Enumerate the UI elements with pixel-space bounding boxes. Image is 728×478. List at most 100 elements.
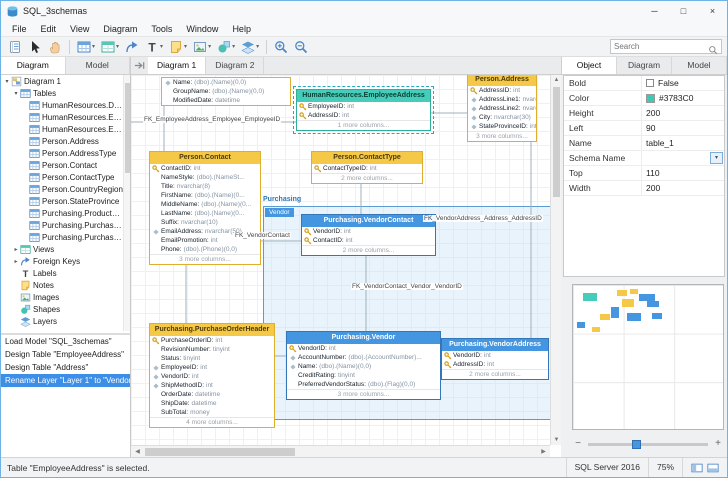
- entity-header[interactable]: Purchasing.VendorContact: [302, 215, 435, 227]
- new-table-button[interactable]: ▾: [75, 38, 97, 56]
- new-note-button[interactable]: ▾: [167, 38, 189, 56]
- expand-arrow-icon[interactable]: ▸: [12, 246, 20, 253]
- tree-item-views[interactable]: ▸Views: [1, 243, 123, 255]
- new-model-button[interactable]: [6, 38, 24, 56]
- zoom-slider-track[interactable]: [588, 443, 708, 446]
- minimize-button[interactable]: ─: [640, 1, 669, 21]
- tree-item-notes[interactable]: Notes: [1, 279, 123, 291]
- search-input[interactable]: [614, 42, 708, 51]
- diagram-tab-diagram-2[interactable]: Diagram 2: [206, 57, 264, 74]
- new-shape-button[interactable]: ▾: [215, 38, 237, 56]
- collapse-arrow-icon[interactable]: ▾: [12, 90, 20, 97]
- tree-item-humanresources-emplo[interactable]: HumanResources.Emplo...: [1, 123, 123, 135]
- tree-item-person-address[interactable]: Person.Address: [1, 135, 123, 147]
- vertical-scrollbar[interactable]: ▲ ▼: [550, 75, 561, 445]
- maximize-button[interactable]: □: [669, 1, 698, 21]
- property-value[interactable]: ▾: [642, 151, 724, 165]
- pan-tool-button[interactable]: [46, 38, 64, 56]
- tree-item-images[interactable]: Images: [1, 291, 123, 303]
- menu-window[interactable]: Window: [179, 21, 225, 37]
- object-tab-model[interactable]: Model: [672, 57, 727, 74]
- tree-item-diagram-1[interactable]: ▾Diagram 1: [1, 75, 123, 87]
- property-value[interactable]: 200: [642, 181, 724, 195]
- collapse-arrow-icon[interactable]: ▾: [3, 78, 11, 85]
- property-value[interactable]: 90: [642, 121, 724, 135]
- tree-item-person-countryregion[interactable]: Person.CountryRegion: [1, 183, 123, 195]
- tree-item-person-contact[interactable]: Person.Contact: [1, 159, 123, 171]
- zoom-out-button[interactable]: −: [572, 438, 584, 450]
- entity-purchasing-vendorcontact[interactable]: Purchasing.VendorContactVendorID:intCont…: [301, 214, 436, 256]
- tree-item-purchasing-purchaseor[interactable]: Purchasing.PurchaseOr...: [1, 231, 123, 243]
- tree-item-person-contacttype[interactable]: Person.ContactType: [1, 171, 123, 183]
- tree-scrollbar-thumb[interactable]: [125, 83, 130, 173]
- zoom-slider-handle[interactable]: [632, 440, 641, 449]
- entity-header[interactable]: HumanResources.EmployeeAddress: [297, 90, 430, 102]
- tree-item-humanresources-depar[interactable]: HumanResources.Depar...: [1, 99, 123, 111]
- search-box[interactable]: [610, 39, 722, 54]
- toggle-sidebar-icon[interactable]: [691, 462, 703, 474]
- history-item[interactable]: Design Table "Address": [1, 361, 130, 374]
- property-value[interactable]: table_1: [642, 136, 724, 150]
- history-item[interactable]: Design Table "EmployeeAddress": [1, 348, 130, 361]
- history-item[interactable]: Rename Layer "Layer 1" to "Vendor": [1, 374, 130, 387]
- tree-item-purchasing-productven[interactable]: Purchasing.ProductVen...: [1, 207, 123, 219]
- fk-label[interactable]: FK_EmployeeAddress_Employee_EmployeeID: [143, 116, 281, 123]
- menu-help[interactable]: Help: [225, 21, 258, 37]
- checkbox-unchecked[interactable]: [646, 79, 654, 87]
- menu-file[interactable]: File: [5, 21, 34, 37]
- menu-tools[interactable]: Tools: [144, 21, 179, 37]
- entity-purchasing-vendor[interactable]: Purchasing.VendorVendorID:intAccountNumb…: [286, 331, 441, 400]
- scroll-down-icon[interactable]: ▼: [553, 437, 560, 443]
- tree-item-foreign-keys[interactable]: ▸Foreign Keys: [1, 255, 123, 267]
- zoom-level-label[interactable]: 75%: [648, 458, 682, 477]
- tree-item-labels[interactable]: TLabels: [1, 267, 123, 279]
- history-item[interactable]: Load Model "SQL_3schemas": [1, 335, 130, 348]
- entity-header[interactable]: Purchasing.Vendor: [287, 332, 440, 344]
- horizontal-scrollbar-thumb[interactable]: [145, 448, 295, 456]
- tree-item-layers[interactable]: Layers: [1, 315, 123, 327]
- toggle-bottom-panel-icon[interactable]: [707, 462, 719, 474]
- new-view-button[interactable]: ▾: [99, 38, 121, 56]
- scroll-left-icon[interactable]: ◀: [134, 449, 141, 455]
- fk-label[interactable]: FK_VendorContact_Vendor_VendorID: [351, 283, 463, 290]
- entity-header[interactable]: Person.Contact: [150, 152, 260, 164]
- tree-item-humanresources-emplo[interactable]: HumanResources.Emplo...: [1, 111, 123, 123]
- menu-view[interactable]: View: [63, 21, 96, 37]
- color-swatch[interactable]: [646, 94, 655, 103]
- zoom-in-button[interactable]: [272, 38, 290, 56]
- fk-label[interactable]: FK_VendorAddress_Address_AddressID: [423, 215, 543, 222]
- new-foreign-key-button[interactable]: [123, 38, 141, 56]
- entity-humanresources-employeeaddress[interactable]: HumanResources.EmployeeAddressEmployeeID…: [296, 89, 431, 131]
- property-value[interactable]: False: [642, 76, 724, 90]
- tree-item-purchasing-purchaseor[interactable]: Purchasing.PurchaseOr...: [1, 219, 123, 231]
- entity-header[interactable]: Person.ContactType: [312, 152, 422, 164]
- entity-person-contact[interactable]: Person.ContactContactID:intNameStyle:(db…: [149, 151, 261, 265]
- object-tab-object[interactable]: Object: [562, 57, 617, 74]
- tab-nav-icon[interactable]: [133, 59, 146, 72]
- new-image-button[interactable]: ▾: [191, 38, 213, 56]
- menu-edit[interactable]: Edit: [34, 21, 64, 37]
- dropdown-chevron-icon[interactable]: ▾: [710, 152, 723, 164]
- zoom-out-button[interactable]: [292, 38, 310, 56]
- entity-header[interactable]: Purchasing.VendorAddress: [442, 339, 548, 351]
- entity-purchasing-vendoraddress[interactable]: Purchasing.VendorAddressVendorID:intAddr…: [441, 338, 549, 380]
- expand-arrow-icon[interactable]: ▸: [12, 258, 20, 265]
- vertical-scrollbar-thumb[interactable]: [553, 87, 560, 197]
- overview-minimap[interactable]: [572, 284, 724, 430]
- property-value[interactable]: 110: [642, 166, 724, 180]
- new-layer-button[interactable]: ▾: [239, 38, 261, 56]
- new-label-button[interactable]: T▾: [143, 38, 165, 56]
- scroll-right-icon[interactable]: ▶: [540, 449, 547, 455]
- diagram-canvas[interactable]: PurchasingVendorName:(dbo).(Name)(0,0)Gr…: [131, 75, 550, 445]
- entity-purchasing-purchaseorderheader[interactable]: Purchasing.PurchaseOrderHeaderPurchaseOr…: [149, 323, 275, 428]
- tree-item-tables[interactable]: ▾Tables: [1, 87, 123, 99]
- property-value[interactable]: 200: [642, 106, 724, 120]
- horizontal-scrollbar[interactable]: ◀ ▶: [131, 445, 550, 457]
- entity-partial-table[interactable]: Name:(dbo).(Name)(0,0)GroupName:(dbo).(N…: [161, 77, 291, 106]
- fk-label[interactable]: FK_VendorContact: [234, 232, 291, 239]
- close-button[interactable]: ×: [698, 1, 727, 21]
- tree-item-person-addresstype[interactable]: Person.AddressType: [1, 147, 123, 159]
- pointer-tool-button[interactable]: [26, 38, 44, 56]
- tree-scrollbar[interactable]: [123, 75, 130, 331]
- menu-diagram[interactable]: Diagram: [96, 21, 144, 37]
